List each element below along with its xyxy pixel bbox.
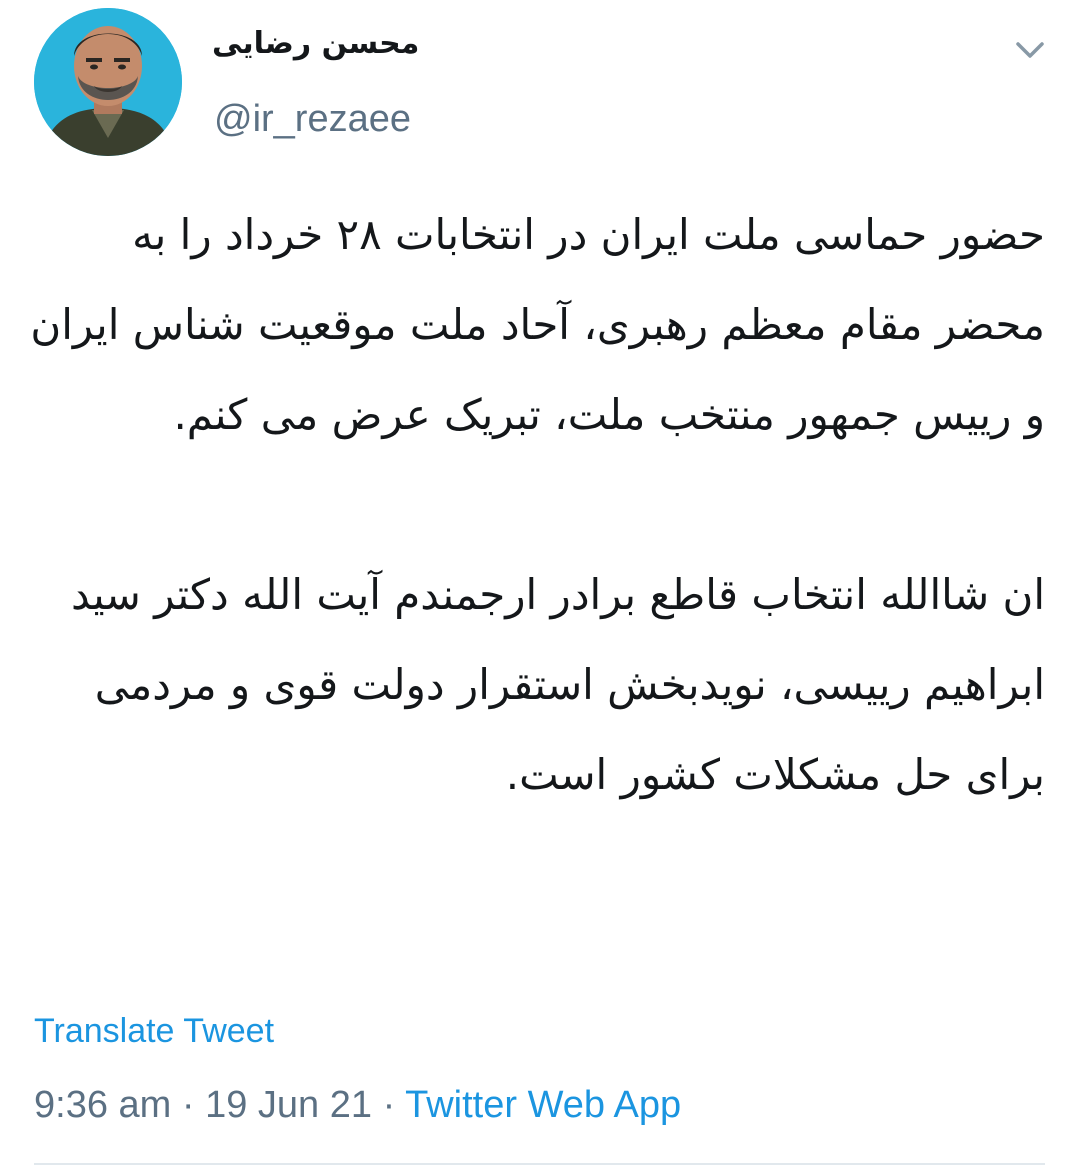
avatar[interactable]: [34, 8, 182, 156]
divider: [34, 1163, 1045, 1165]
translate-tweet-link[interactable]: Translate Tweet: [34, 1008, 274, 1054]
meta-separator: ·: [382, 1084, 396, 1126]
tweet-metadata: 9:36 am · 19 Jun 21 · Twitter Web App: [34, 1080, 681, 1130]
chevron-down-icon[interactable]: [1006, 26, 1054, 74]
tweet-body: حضور حماسی ملت ایران در انتخابات ۲۸ خردا…: [30, 190, 1045, 820]
avatar-portrait-image: [34, 8, 182, 156]
author-handle[interactable]: @ir_rezaee: [214, 94, 411, 144]
meta-separator: ·: [181, 1084, 195, 1126]
author-display-name[interactable]: محسن رضایی: [212, 18, 552, 70]
tweet-paragraph: حضور حماسی ملت ایران در انتخابات ۲۸ خردا…: [30, 210, 1045, 439]
tweet-paragraph: ان شاالله انتخاب قاطع برادر ارجمندم آیت …: [70, 570, 1045, 799]
tweet-time[interactable]: 9:36 am: [34, 1084, 171, 1126]
tweet-source-link[interactable]: Twitter Web App: [405, 1084, 681, 1126]
tweet-date[interactable]: 19 Jun 21: [205, 1084, 372, 1126]
